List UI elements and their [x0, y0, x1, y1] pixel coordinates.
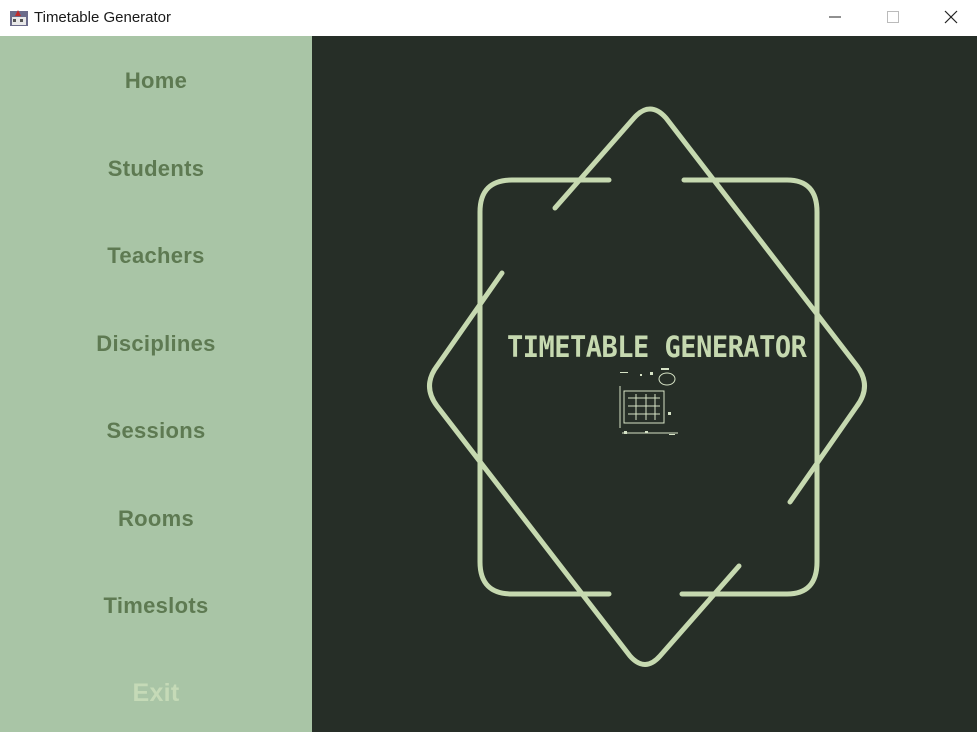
minimize-button[interactable]	[806, 0, 864, 34]
sidebar-nav: Home Students Teachers Disciplines Sessi…	[0, 36, 312, 732]
timetable-grid-marks	[620, 368, 675, 435]
minimize-icon	[829, 16, 841, 18]
window-title: Timetable Generator	[34, 9, 172, 26]
sidebar-item-disciplines[interactable]: Disciplines	[0, 324, 312, 364]
sidebar-item-teachers[interactable]: Teachers	[0, 236, 312, 276]
logo-title: TIMETABLE GENERATOR	[507, 330, 807, 365]
close-icon	[944, 10, 958, 24]
java-app-icon	[10, 10, 28, 26]
logo-frame-graphic	[427, 106, 867, 667]
sidebar-item-home[interactable]: Home	[0, 61, 312, 101]
title-bar: Timetable Generator	[0, 0, 977, 36]
app-window: Timetable Generator Home Students Teache…	[0, 0, 977, 732]
close-button[interactable]	[922, 0, 977, 34]
main-panel: TIMETABLE GENERATOR	[312, 36, 977, 732]
maximize-icon	[887, 11, 899, 23]
sidebar-item-timeslots[interactable]: Timeslots	[0, 586, 312, 626]
sidebar-item-students[interactable]: Students	[0, 149, 312, 189]
timetable-grid-icon	[619, 372, 678, 434]
exit-button[interactable]: Exit	[0, 673, 312, 713]
maximize-button[interactable]	[864, 0, 922, 34]
sidebar-item-rooms[interactable]: Rooms	[0, 499, 312, 539]
sidebar-item-sessions[interactable]: Sessions	[0, 411, 312, 451]
